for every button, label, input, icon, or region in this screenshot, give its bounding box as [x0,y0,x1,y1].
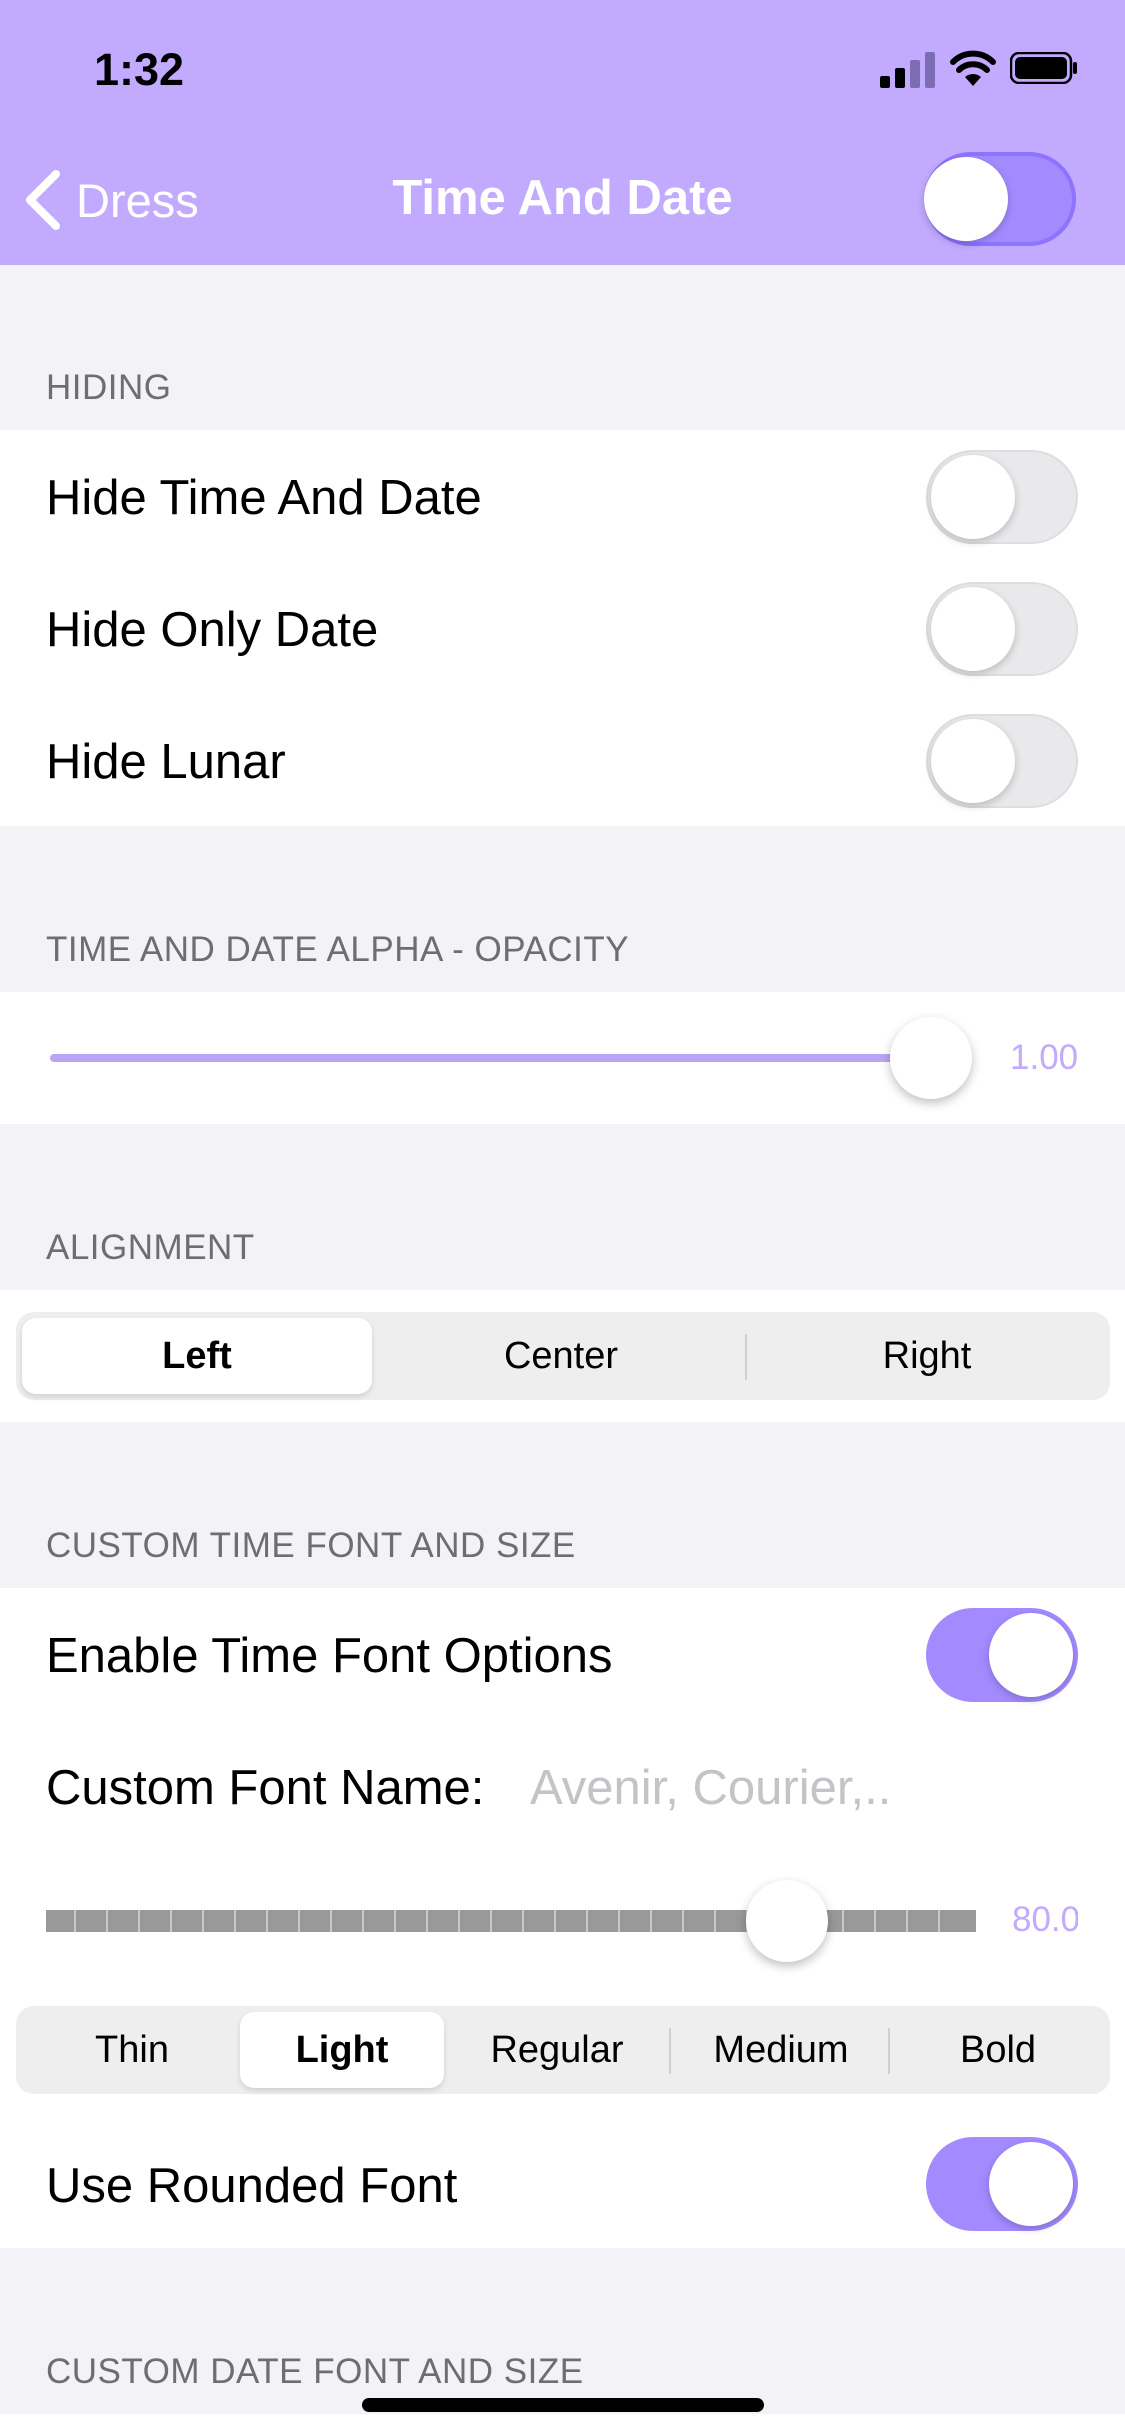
date-font-group [0,2414,1125,2436]
hide-time-and-date-toggle[interactable] [926,450,1078,544]
section-header-hiding: HIDING [46,368,172,407]
font-size-slider-track[interactable] [46,1910,976,1932]
hide-time-and-date-label: Hide Time And Date [46,471,482,525]
wifi-icon [950,50,996,86]
opacity-slider-track[interactable] [50,1054,930,1062]
opacity-group: 1.00 [0,992,1125,1124]
use-rounded-font-label: Use Rounded Font [46,2159,458,2213]
toggle-knob [931,719,1015,803]
weight-regular-segment[interactable]: Regular [452,2012,662,2088]
hide-lunar-toggle[interactable] [926,714,1078,808]
toggle-knob [924,157,1008,241]
navigation-bar: 1:32 Dress Time And Date [0,0,1125,265]
cellular-signal-icon [880,52,936,88]
alignment-group: Left Center Right [0,1290,1125,1422]
section-header-opacity: TIME AND DATE ALPHA - OPACITY [46,930,630,969]
opacity-slider-thumb[interactable] [890,1017,972,1099]
section-header-time-font: CUSTOM TIME FONT AND SIZE [46,1526,576,1565]
font-size-slider-thumb[interactable] [746,1880,828,1962]
hide-lunar-label: Hide Lunar [46,735,286,789]
weight-bold-segment[interactable]: Bold [892,2012,1104,2088]
status-time: 1:32 [94,44,185,95]
enable-time-font-toggle[interactable] [926,1608,1078,1702]
alignment-center-segment[interactable]: Center [382,1318,740,1394]
use-rounded-font-toggle[interactable] [926,2137,1078,2231]
font-size-value: 80.0 [1012,1900,1078,1939]
toggle-knob [989,2142,1073,2226]
segment-divider [888,2028,890,2074]
section-header-date-font: CUSTOM DATE FONT AND SIZE [46,2352,584,2391]
custom-font-name-input[interactable]: Avenir, Courier,.. [530,1760,891,1816]
alignment-left-segment[interactable]: Left [22,1318,372,1394]
hide-only-date-toggle[interactable] [926,582,1078,676]
opacity-value: 1.00 [1010,1038,1079,1077]
enable-time-font-label: Enable Time Font Options [46,1629,613,1683]
alignment-segmented-control: Left Center Right [16,1312,1110,1400]
weight-light-segment[interactable]: Light [240,2012,444,2088]
section-header-alignment: ALIGNMENT [46,1228,255,1267]
toggle-knob [989,1613,1073,1697]
weight-medium-segment[interactable]: Medium [674,2012,888,2088]
home-indicator [362,2398,764,2412]
weight-thin-segment[interactable]: Thin [22,2012,242,2088]
enable-toggle[interactable] [924,152,1076,246]
segment-divider [669,2028,671,2074]
hide-only-date-label: Hide Only Date [46,603,379,657]
font-weight-segmented-control: Thin Light Regular Medium Bold [16,2006,1110,2094]
battery-icon [1010,52,1077,84]
segment-divider [745,1334,747,1380]
custom-font-name-label: Custom Font Name: [46,1761,485,1815]
alignment-right-segment[interactable]: Right [750,1318,1104,1394]
toggle-knob [931,455,1015,539]
hiding-group: Hide Time And Date Hide Only Date Hide L… [0,430,1125,826]
toggle-knob [931,587,1015,671]
